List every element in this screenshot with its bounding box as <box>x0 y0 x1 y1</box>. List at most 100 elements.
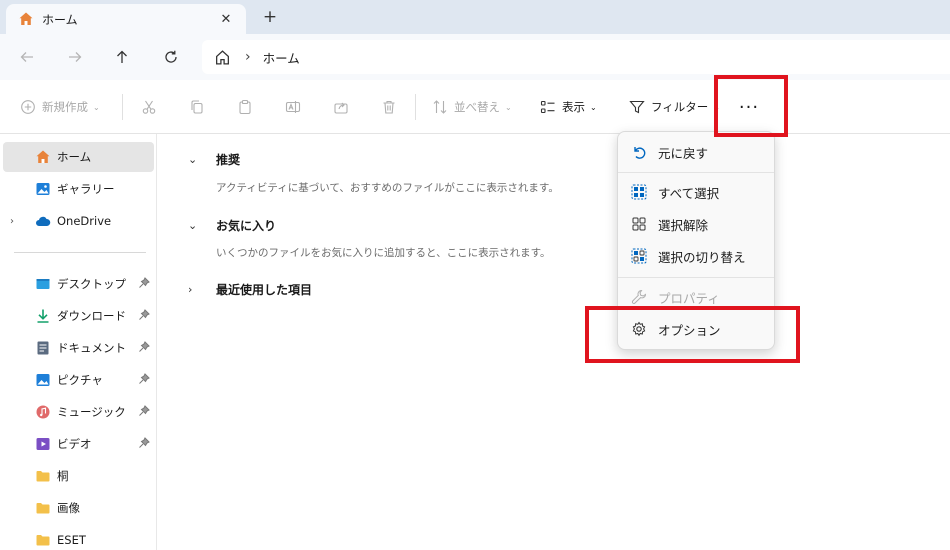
sidebar-item-label: 桐 <box>57 469 69 483</box>
sort-icon <box>433 100 447 114</box>
sidebar-item-folder[interactable]: ESET <box>3 525 154 550</box>
address-bar[interactable]: › ホーム <box>202 40 950 74</box>
pin-icon[interactable] <box>138 341 150 353</box>
toolbar-divider <box>415 94 416 120</box>
navigation-bar: › ホーム <box>0 34 950 80</box>
arrow-right-icon <box>69 52 82 62</box>
sidebar-item-home[interactable]: ホーム <box>3 142 154 172</box>
chevron-right-icon: › <box>188 283 193 296</box>
sidebar-item-pictures[interactable]: ピクチャ <box>3 365 154 395</box>
sidebar-item-label: ビデオ <box>57 437 92 451</box>
sidebar-item-desktop[interactable]: デスクトップ <box>3 269 154 299</box>
pin-icon[interactable] <box>138 277 150 289</box>
sidebar-item-label: 画像 <box>57 501 80 515</box>
new-label: 新規作成 <box>42 100 88 114</box>
menu-item-select-none[interactable]: 選択解除 <box>622 209 772 239</box>
filter-button[interactable]: フィルター ⌄ <box>629 95 720 119</box>
refresh-icon <box>165 50 177 63</box>
forward-button[interactable] <box>61 44 89 70</box>
sidebar-item-label: ドキュメント <box>57 341 126 355</box>
sidebar-item-gallery[interactable]: ギャラリー <box>3 174 154 204</box>
plus-circle-icon <box>21 100 35 114</box>
sidebar-item-label: ミュージック <box>57 405 126 419</box>
breadcrumb-separator[interactable]: › <box>245 49 251 65</box>
section-title: 推奨 <box>216 153 241 167</box>
sidebar-divider <box>14 252 146 253</box>
scissors-icon <box>142 100 156 114</box>
paste-button[interactable] <box>237 95 253 119</box>
navigation-pane: ホーム ギャラリー › OneDrive デスクトップ ダウンロード ドキュメン… <box>0 134 157 550</box>
menu-item-label: すべて選択 <box>658 185 720 201</box>
section-recent[interactable]: › 最近使用した項目 <box>188 281 312 298</box>
sidebar-item-label: OneDrive <box>57 214 112 228</box>
trash-icon <box>383 100 395 114</box>
cloud-icon <box>35 213 51 229</box>
sidebar-item-videos[interactable]: ビデオ <box>3 429 154 459</box>
video-icon <box>35 436 51 452</box>
folder-icon <box>35 500 51 516</box>
section-title: お気に入り <box>216 219 277 233</box>
share-icon <box>334 102 348 114</box>
highlight-more-button <box>714 75 788 137</box>
select-none-icon <box>630 215 648 233</box>
document-icon <box>35 340 51 356</box>
tab-strip: ホーム ✕ + <box>0 0 950 34</box>
chevron-down-icon: ⌄ <box>188 153 198 166</box>
clipboard-icon <box>239 99 251 115</box>
arrow-up-icon <box>117 50 127 63</box>
breadcrumb-home[interactable]: ホーム <box>263 48 300 67</box>
music-icon <box>35 404 51 420</box>
section-description: いくつかのファイルをお気に入りに追加すると、ここに表示されます。 <box>216 247 551 259</box>
chevron-down-icon: ⌄ <box>93 102 100 112</box>
menu-item-undo[interactable]: 元に戻す <box>622 137 772 167</box>
tab-home[interactable]: ホーム ✕ <box>6 4 246 34</box>
picture-icon <box>35 372 51 388</box>
back-button[interactable] <box>13 44 41 70</box>
sidebar-item-label: ピクチャ <box>57 373 103 387</box>
desktop-icon <box>35 276 51 292</box>
up-button[interactable] <box>108 44 136 70</box>
pin-icon[interactable] <box>138 405 150 417</box>
chevron-down-icon: ⌄ <box>188 219 198 232</box>
sidebar-item-folder[interactable]: 画像 <box>3 493 154 523</box>
sidebar-item-documents[interactable]: ドキュメント <box>3 333 154 363</box>
pin-icon[interactable] <box>138 373 150 385</box>
copy-button[interactable] <box>189 95 205 119</box>
view-label: 表示 <box>562 100 585 114</box>
view-button[interactable]: 表示 ⌄ <box>540 95 597 119</box>
home-outline-icon <box>214 49 231 66</box>
folder-icon <box>35 468 51 484</box>
menu-divider <box>618 277 774 278</box>
pin-icon[interactable] <box>138 437 150 449</box>
section-favorites[interactable]: ⌄ お気に入り <box>188 217 276 234</box>
chevron-down-icon: ⌄ <box>505 102 512 112</box>
cut-button[interactable] <box>141 95 157 119</box>
rename-button[interactable] <box>285 95 301 119</box>
select-all-icon <box>630 183 648 201</box>
delete-button[interactable] <box>381 95 397 119</box>
share-button[interactable] <box>333 95 349 119</box>
sidebar-item-music[interactable]: ミュージック <box>3 397 154 427</box>
toolbar-divider <box>122 94 123 120</box>
new-button[interactable]: 新規作成 ⌄ <box>20 95 100 119</box>
sort-label: 並べ替え <box>454 100 500 114</box>
view-list-icon <box>540 100 555 114</box>
menu-item-select-all[interactable]: すべて選択 <box>622 177 772 207</box>
home-icon <box>35 149 51 165</box>
menu-item-label: プロパティ <box>658 290 720 306</box>
chevron-down-icon: ⌄ <box>590 102 597 112</box>
menu-item-invert-selection[interactable]: 選択の切り替え <box>622 241 772 271</box>
sort-button[interactable]: 並べ替え ⌄ <box>432 95 512 119</box>
sidebar-item-onedrive[interactable]: OneDrive <box>3 206 154 236</box>
arrow-left-icon <box>20 52 33 62</box>
invert-selection-icon <box>630 247 648 265</box>
sidebar-item-folder[interactable]: 桐 <box>3 461 154 491</box>
sidebar-item-downloads[interactable]: ダウンロード <box>3 301 154 331</box>
section-recommended[interactable]: ⌄ 推奨 <box>188 151 240 168</box>
command-bar: 新規作成 ⌄ 並べ替え ⌄ 表示 ⌄ フィルター ⌄ ··· <box>0 80 950 134</box>
close-icon[interactable]: ✕ <box>216 9 236 29</box>
new-tab-button[interactable]: + <box>258 6 282 28</box>
refresh-button[interactable] <box>157 44 185 70</box>
home-icon <box>18 11 34 27</box>
pin-icon[interactable] <box>138 309 150 321</box>
